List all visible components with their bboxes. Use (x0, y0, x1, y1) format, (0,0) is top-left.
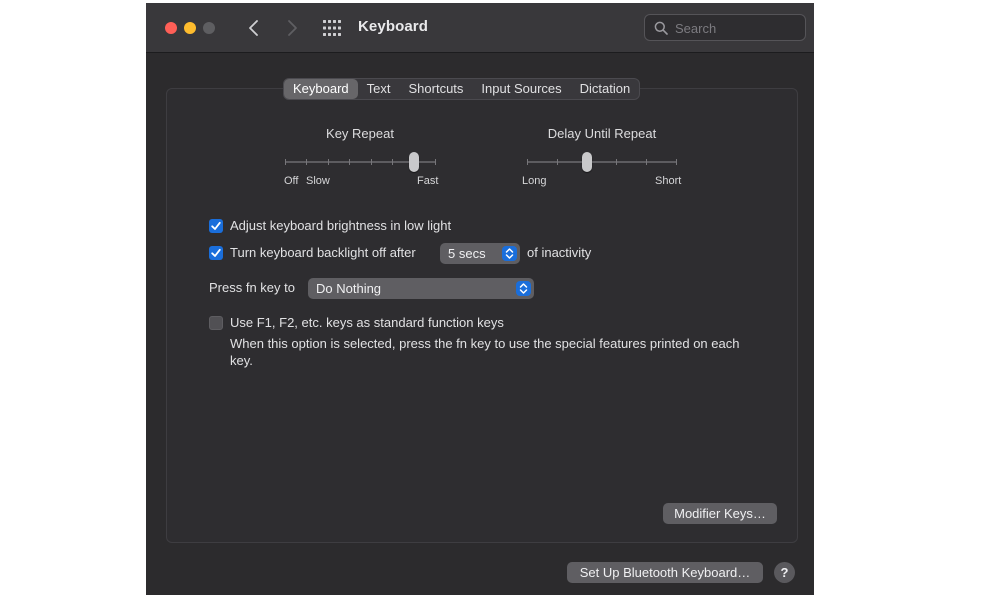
title-bar: Keyboard (146, 3, 814, 53)
key-repeat-slow-label: Slow (306, 175, 330, 187)
adjust-brightness-label: Adjust keyboard brightness in low light (230, 218, 452, 233)
slider-tick (557, 159, 558, 165)
search-icon (654, 21, 668, 35)
setup-bluetooth-keyboard-button[interactable]: Set Up Bluetooth Keyboard… (567, 562, 763, 583)
key-repeat-slider-thumb[interactable] (409, 152, 419, 172)
slider-tick (328, 159, 329, 165)
preferences-window: Keyboard Keyboard Text Shortcuts Input S… (146, 3, 814, 595)
checkmark-icon (211, 248, 221, 257)
slider-tick (392, 159, 393, 165)
tab-keyboard[interactable]: Keyboard (284, 79, 358, 99)
slider-tick (306, 159, 307, 165)
key-repeat-title: Key Repeat (326, 126, 394, 141)
checkmark-icon (211, 221, 221, 230)
back-button[interactable] (242, 15, 266, 41)
tab-input-sources[interactable]: Input Sources (472, 79, 570, 99)
delay-until-repeat-slider-thumb[interactable] (582, 152, 592, 172)
search-input[interactable] (675, 19, 800, 37)
fn-key-action-value: Do Nothing (316, 281, 382, 296)
modifier-keys-button[interactable]: Modifier Keys… (663, 503, 777, 524)
chevron-right-icon (288, 20, 297, 36)
slider-tick (285, 159, 286, 165)
function-keys-checkbox[interactable] (209, 316, 223, 330)
tab-shortcuts[interactable]: Shortcuts (400, 79, 473, 99)
window-title: Keyboard (358, 18, 428, 35)
function-keys-label: Use F1, F2, etc. keys as standard functi… (230, 315, 504, 330)
inactivity-suffix-label: of inactivity (527, 245, 592, 260)
show-all-button[interactable] (322, 18, 342, 38)
tab-bar: Keyboard Text Shortcuts Input Sources Di… (283, 78, 641, 100)
zoom-window-button[interactable] (203, 22, 215, 34)
key-repeat-fast-label: Fast (417, 175, 439, 187)
delay-short-label: Short (655, 175, 682, 187)
function-keys-description: When this option is selected, press the … (230, 336, 740, 368)
search-box[interactable] (644, 14, 806, 41)
adjust-brightness-checkbox[interactable] (209, 219, 223, 233)
slider-tick (349, 159, 350, 165)
fn-key-action-popup[interactable]: Do Nothing (308, 278, 534, 299)
delay-until-repeat-title: Delay Until Repeat (547, 126, 657, 141)
up-down-arrows-icon (502, 246, 517, 261)
forward-button[interactable] (280, 15, 304, 41)
backlight-timeout-popup[interactable]: 5 secs (440, 243, 520, 264)
slider-tick (371, 159, 372, 165)
slider-tick (676, 159, 677, 165)
help-button[interactable]: ? (774, 562, 795, 583)
backlight-off-label: Turn keyboard backlight off after (230, 245, 416, 260)
minimize-window-button[interactable] (184, 22, 196, 34)
backlight-timeout-value: 5 secs (448, 246, 486, 261)
slider-tick (435, 159, 436, 165)
slider-tick (646, 159, 647, 165)
backlight-off-checkbox[interactable] (209, 246, 223, 260)
up-down-arrows-icon (516, 281, 531, 296)
delay-until-repeat-slider[interactable] (527, 152, 677, 172)
fn-key-label: Press fn key to (209, 280, 295, 295)
slider-tick (616, 159, 617, 165)
key-repeat-off-label: Off (284, 175, 299, 187)
key-repeat-slider[interactable] (285, 152, 436, 172)
delay-long-label: Long (522, 175, 547, 187)
tab-dictation[interactable]: Dictation (571, 79, 640, 99)
close-window-button[interactable] (165, 22, 177, 34)
tab-text[interactable]: Text (358, 79, 400, 99)
grid-icon (323, 20, 341, 36)
chevron-left-icon (249, 20, 258, 36)
slider-tick (527, 159, 528, 165)
